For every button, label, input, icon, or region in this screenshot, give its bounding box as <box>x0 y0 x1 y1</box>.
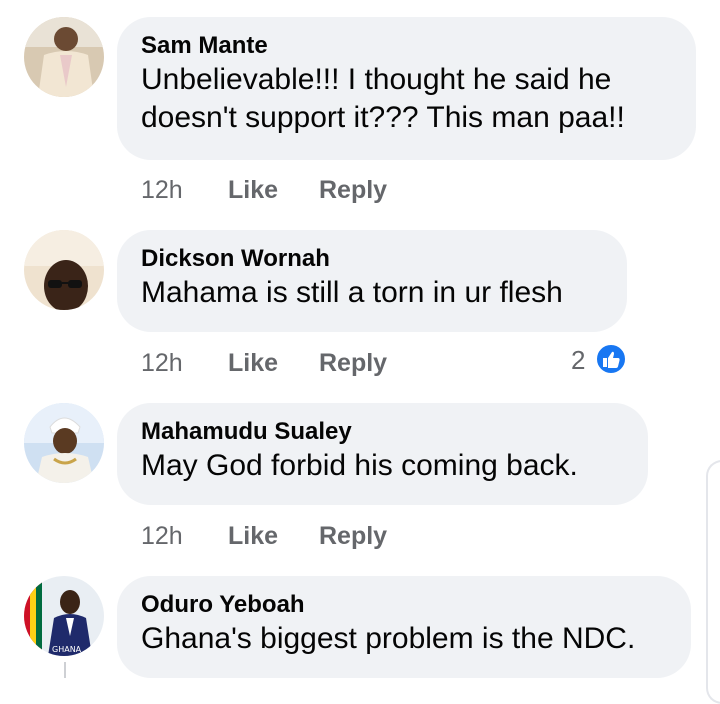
comment-bubble: Sam Mante Unbelievable!!! I thought he s… <box>117 17 696 160</box>
comment-timestamp[interactable]: 12h <box>141 175 183 205</box>
like-button[interactable]: Like <box>228 348 278 378</box>
thumbs-up-icon[interactable] <box>595 343 627 375</box>
comment-text-line: Ghana's biggest problem is the NDC. <box>141 622 636 655</box>
reply-button[interactable]: Reply <box>319 175 387 205</box>
comment-author[interactable]: Dickson Wornah <box>141 244 603 274</box>
comment-bubble: Oduro Yeboah Ghana's biggest problem is … <box>117 576 691 678</box>
comment-author[interactable]: Oduro Yeboah <box>141 590 667 620</box>
like-button[interactable]: Like <box>228 175 278 205</box>
reaction-count[interactable]: 2 <box>571 345 585 375</box>
comment-bubble: Dickson Wornah Mahama is still a torn in… <box>117 230 627 332</box>
comment-bubble: Mahamudu Sualey May God forbid his comin… <box>117 403 648 505</box>
comment-text-line: Mahama is still a torn in ur flesh <box>141 276 563 309</box>
like-button[interactable]: Like <box>228 521 278 551</box>
comment-timestamp[interactable]: 12h <box>141 348 183 378</box>
comment-author[interactable]: Mahamudu Sualey <box>141 417 624 447</box>
avatar-caption: GHANA <box>52 645 82 654</box>
side-panel-edge <box>706 460 720 704</box>
comment-timestamp[interactable]: 12h <box>141 521 183 551</box>
thread-line <box>64 662 66 678</box>
avatar[interactable]: GHANA <box>24 576 104 656</box>
avatar[interactable] <box>24 230 104 310</box>
avatar[interactable] <box>24 17 104 97</box>
reply-button[interactable]: Reply <box>319 521 387 551</box>
comment-text-line: Unbelievable!!! I thought he said he <box>141 63 612 96</box>
comment-text-line: May God forbid his coming back. <box>141 449 578 482</box>
comment-author[interactable]: Sam Mante <box>141 31 672 61</box>
reply-button[interactable]: Reply <box>319 348 387 378</box>
comment-text-line: doesn't support it??? This man paa!! <box>141 101 625 134</box>
avatar[interactable] <box>24 403 104 483</box>
